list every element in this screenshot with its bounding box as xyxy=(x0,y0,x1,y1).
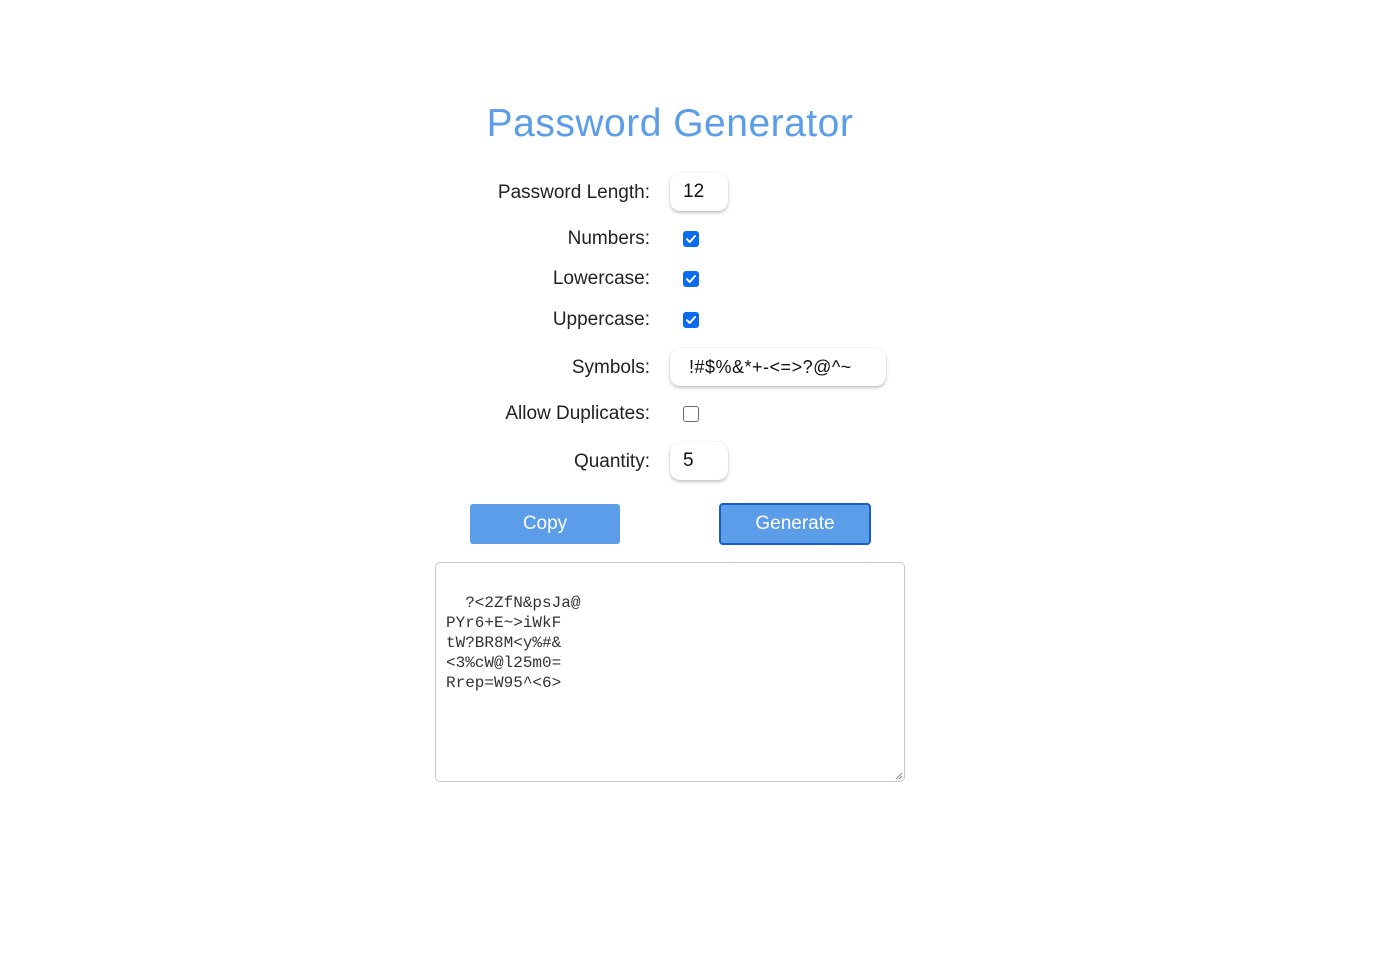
copy-button[interactable]: Copy xyxy=(470,504,620,544)
checkmark-icon xyxy=(686,235,696,243)
duplicates-label: Allow Duplicates: xyxy=(505,403,650,424)
symbols-row: Symbols: xyxy=(0,348,1381,388)
lowercase-checkbox[interactable] xyxy=(683,271,699,287)
generate-button[interactable]: Generate xyxy=(719,503,871,545)
symbols-label: Symbols: xyxy=(571,357,650,378)
duplicates-checkbox[interactable] xyxy=(683,406,699,422)
quantity-input[interactable] xyxy=(670,442,728,480)
resize-grip-icon[interactable] xyxy=(893,770,903,780)
length-input[interactable] xyxy=(670,173,728,211)
numbers-label: Numbers: xyxy=(567,228,650,249)
password-output[interactable]: ?<2ZfN&psJa@ PYr6+E~>iWkF tW?BR8M<y%#& <… xyxy=(435,562,905,782)
uppercase-row: Uppercase: xyxy=(0,300,1381,340)
lowercase-row: Lowercase: xyxy=(0,259,1381,299)
page-title: Password Generator xyxy=(486,102,854,145)
length-row: Password Length: xyxy=(0,173,1381,213)
duplicates-row: Allow Duplicates: xyxy=(0,394,1381,434)
quantity-label: Quantity: xyxy=(573,451,650,472)
uppercase-label: Uppercase: xyxy=(552,309,650,330)
numbers-checkbox[interactable] xyxy=(683,231,699,247)
length-label: Password Length: xyxy=(497,182,650,203)
password-output-text: ?<2ZfN&psJa@ PYr6+E~>iWkF tW?BR8M<y%#& <… xyxy=(446,594,581,692)
uppercase-checkbox[interactable] xyxy=(683,312,699,328)
checkmark-icon xyxy=(686,275,696,283)
lowercase-label: Lowercase: xyxy=(552,268,650,289)
symbols-input[interactable] xyxy=(670,348,886,386)
numbers-row: Numbers: xyxy=(0,219,1381,259)
checkmark-icon xyxy=(686,316,696,324)
quantity-row: Quantity: xyxy=(0,442,1381,482)
